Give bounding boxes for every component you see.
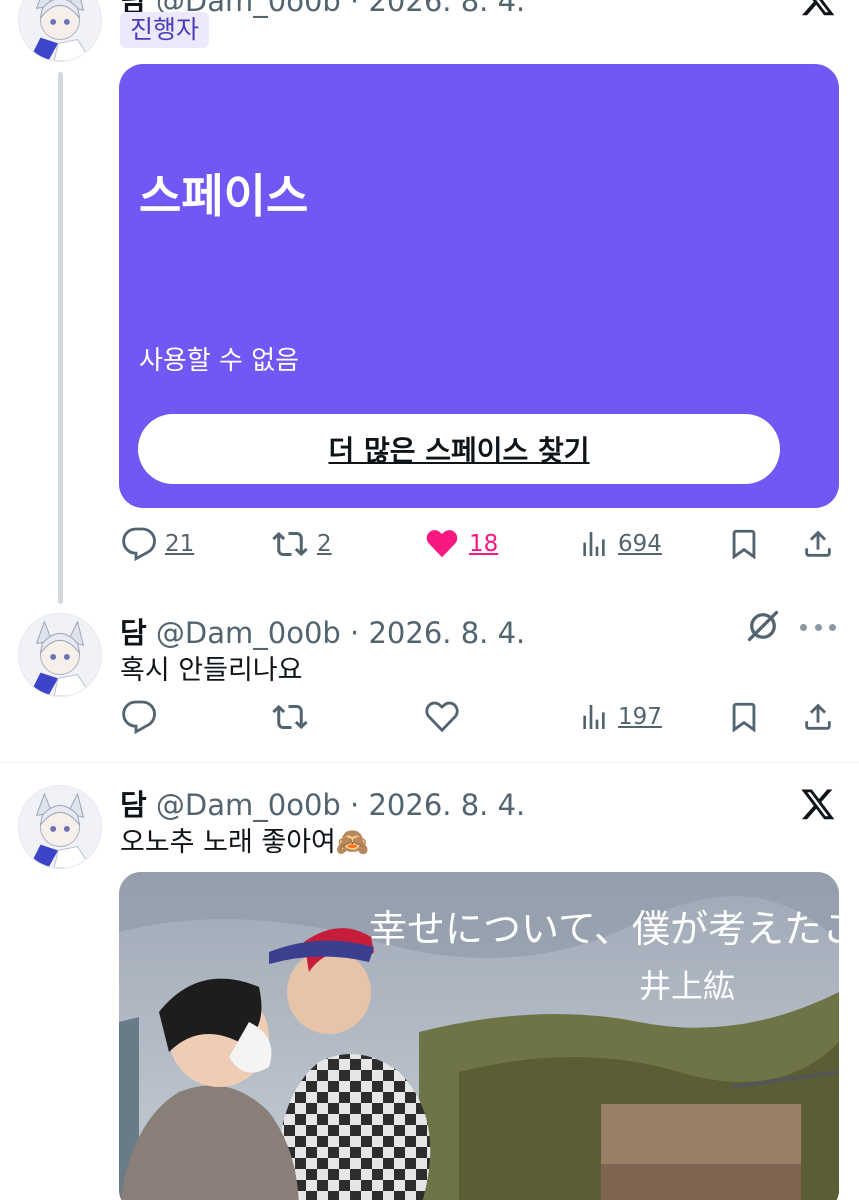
album-title-overlay: 幸せについて、僕が考えたこと (369, 907, 839, 951)
find-more-spaces-button[interactable]: 더 많은 스페이스 찾기 (138, 414, 780, 484)
post-text: 혹시 안들리나요 (120, 655, 303, 686)
views-icon (583, 705, 605, 729)
divider (0, 762, 859, 763)
avatar[interactable] (18, 0, 102, 62)
display-name[interactable]: 담 (120, 788, 147, 822)
reply-icon (122, 700, 156, 735)
reply-icon (122, 527, 156, 562)
avatar[interactable] (18, 785, 102, 869)
like-count: 18 (469, 531, 499, 557)
avatar[interactable] (18, 613, 102, 697)
x-logo-icon[interactable] (800, 0, 836, 18)
handle-date[interactable]: @Dam_0o0b · 2026. 8. 4. (156, 0, 525, 18)
reply-button[interactable] (121, 699, 157, 735)
repost-icon (272, 704, 308, 730)
space-title: 스페이스 (139, 169, 309, 223)
heart-icon (425, 701, 459, 733)
post-text: 오노추 노래 좋아여🙈 (120, 827, 370, 858)
heart-filled-icon (426, 530, 458, 558)
post2-meta: 담 @Dam_0o0b · 2026. 8. 4. (120, 610, 525, 652)
handle[interactable]: @Dam_0o0b (156, 788, 341, 822)
x-logo-icon[interactable] (800, 786, 836, 822)
repost-icon (272, 531, 308, 557)
views-count: 197 (618, 704, 662, 730)
share-icon[interactable] (801, 699, 835, 735)
media-image[interactable]: 幸せについて、僕が考えたこと 井上紘 (119, 872, 839, 1200)
avatar-illustration (19, 614, 101, 696)
thread-line (58, 72, 63, 604)
space-status: 사용할 수 없음 (139, 346, 300, 376)
grok-icon[interactable] (745, 608, 781, 644)
share-icon[interactable] (801, 526, 835, 562)
views-button[interactable]: 197 (578, 699, 662, 735)
post-date[interactable]: · 2026. 8. 4. (350, 788, 525, 822)
space-card[interactable]: 스페이스 사용할 수 없음 더 많은 스페이스 찾기 (119, 64, 839, 508)
repost-button[interactable] (271, 699, 309, 735)
views-icon (583, 532, 605, 556)
host-badge: 진행자 (120, 12, 210, 48)
album-photo: 幸せについて、僕が考えたこと 井上紘 (119, 872, 839, 1200)
avatar-illustration (19, 786, 101, 868)
more-icon[interactable] (800, 612, 836, 642)
display-name[interactable]: 담 (120, 616, 147, 650)
post-date[interactable]: · 2026. 8. 4. (350, 616, 525, 650)
like-button[interactable] (423, 699, 461, 735)
repost-count: 2 (317, 531, 332, 557)
handle[interactable]: @Dam_0o0b (156, 616, 341, 650)
reply-count: 21 (165, 531, 195, 557)
reply-button[interactable]: 21 (121, 526, 194, 562)
post3-meta: 담 @Dam_0o0b · 2026. 8. 4. (120, 782, 525, 824)
views-button[interactable]: 694 (578, 526, 662, 562)
repost-button[interactable]: 2 (271, 526, 332, 562)
avatar-illustration (19, 0, 101, 61)
album-artist-overlay: 井上紘 (639, 967, 735, 1005)
like-button[interactable]: 18 (423, 526, 498, 562)
bookmark-icon[interactable] (727, 699, 761, 735)
views-count: 694 (618, 531, 662, 557)
bookmark-icon[interactable] (727, 526, 761, 562)
